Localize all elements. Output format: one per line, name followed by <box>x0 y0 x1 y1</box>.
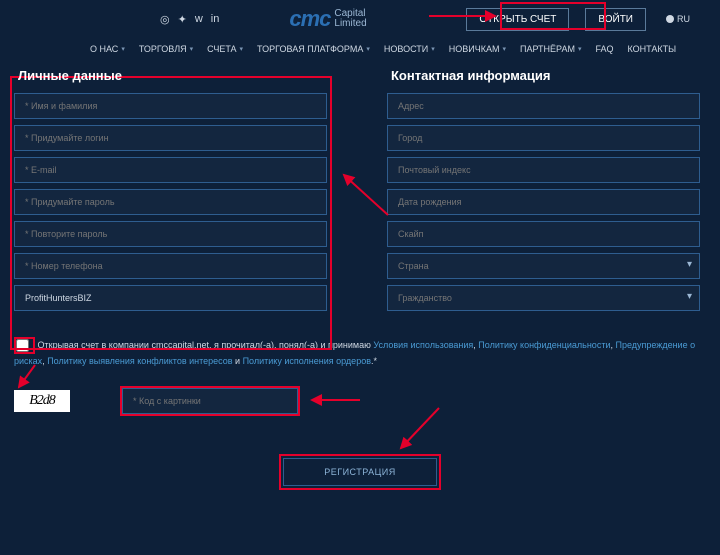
nav-news[interactable]: НОВОСТИ▾ <box>384 44 435 54</box>
submit-row: РЕГИСТРАЦИЯ <box>0 424 720 500</box>
nav-faq[interactable]: FAQ <box>595 44 613 54</box>
email-field[interactable] <box>14 157 327 183</box>
language-selector[interactable]: RU <box>666 14 690 24</box>
contact-title: Контактная информация <box>387 68 700 83</box>
personal-title: Личные данные <box>14 68 327 83</box>
open-account-button[interactable]: ОТКРЫТЬ СЧЕТ <box>466 8 569 31</box>
chevron-down-icon: ▾ <box>240 45 244 53</box>
nav-contacts[interactable]: КОНТАКТЫ <box>628 44 677 54</box>
consent-text: Открывая счет в компании cmccapital.net,… <box>38 340 374 350</box>
password2-field[interactable] <box>14 221 327 247</box>
country-select[interactable] <box>387 253 700 279</box>
main-nav: О НАС▾ ТОРГОВЛЯ▾ СЧЕТА▾ ТОРГОВАЯ ПЛАТФОР… <box>0 36 720 64</box>
topbar: ◎ ✦ w in cmc Capital Limited ОТКРЫТЬ СЧЕ… <box>0 0 720 36</box>
nav-about[interactable]: О НАС▾ <box>90 44 125 54</box>
captcha-row: B2d8 <box>0 378 720 424</box>
consent-row: Открывая счет в компании cmccapital.net,… <box>0 317 720 378</box>
nav-newbies[interactable]: НОВИЧКАМ▾ <box>449 44 506 54</box>
annotation-arrow <box>306 394 366 409</box>
contact-column: Контактная информация <box>387 68 700 317</box>
vk-icon[interactable]: w <box>195 13 203 26</box>
name-field[interactable] <box>14 93 327 119</box>
logo-mark: cmc <box>289 6 330 32</box>
dob-field[interactable] <box>387 189 700 215</box>
annotation-captcha-highlight <box>120 386 300 416</box>
chevron-down-icon: ▾ <box>121 45 125 53</box>
personal-column: Личные данные <box>14 68 327 317</box>
nav-platform[interactable]: ТОРГОВАЯ ПЛАТФОРМА▾ <box>257 44 370 54</box>
instagram-icon[interactable]: ◎ <box>160 13 170 26</box>
annotation-checkbox-highlight <box>14 337 35 354</box>
login-button[interactable]: ВОЙТИ <box>585 8 646 31</box>
captcha-input[interactable] <box>122 388 298 414</box>
citizenship-select[interactable] <box>387 285 700 311</box>
password-field[interactable] <box>14 189 327 215</box>
consent-checkbox[interactable] <box>16 339 29 352</box>
login-field[interactable] <box>14 125 327 151</box>
address-field[interactable] <box>387 93 700 119</box>
chevron-down-icon: ▾ <box>366 45 370 53</box>
city-field[interactable] <box>387 125 700 151</box>
register-button[interactable]: РЕГИСТРАЦИЯ <box>283 458 437 486</box>
nav-accounts[interactable]: СЧЕТА▾ <box>207 44 243 54</box>
social-icons: ◎ ✦ w in <box>160 13 219 26</box>
chevron-down-icon: ▾ <box>502 45 506 53</box>
twitter-icon[interactable]: ✦ <box>178 13 187 26</box>
logo[interactable]: cmc Capital Limited <box>289 6 366 32</box>
form-content: Личные данные Контактная информация <box>0 64 720 317</box>
globe-icon <box>666 15 674 23</box>
nav-partners[interactable]: ПАРТНЁРАМ▾ <box>520 44 582 54</box>
zip-field[interactable] <box>387 157 700 183</box>
nav-trade[interactable]: ТОРГОВЛЯ▾ <box>139 44 193 54</box>
chevron-down-icon: ▾ <box>190 45 194 53</box>
orders-link[interactable]: Политику исполнения ордеров <box>243 356 371 366</box>
skype-field[interactable] <box>387 221 700 247</box>
phone-field[interactable] <box>14 253 327 279</box>
logo-text: Capital Limited <box>334 9 366 29</box>
conflict-link[interactable]: Политику выявления конфликтов интересов <box>47 356 232 366</box>
chevron-down-icon: ▾ <box>578 45 582 53</box>
terms-link[interactable]: Условия использования <box>373 340 473 350</box>
linkedin-icon[interactable]: in <box>211 13 220 26</box>
chevron-down-icon: ▾ <box>431 45 435 53</box>
captcha-image: B2d8 <box>14 390 70 412</box>
referral-field[interactable] <box>14 285 327 311</box>
privacy-link[interactable]: Политику конфиденциальности <box>478 340 610 350</box>
annotation-submit-highlight: РЕГИСТРАЦИЯ <box>279 454 441 490</box>
